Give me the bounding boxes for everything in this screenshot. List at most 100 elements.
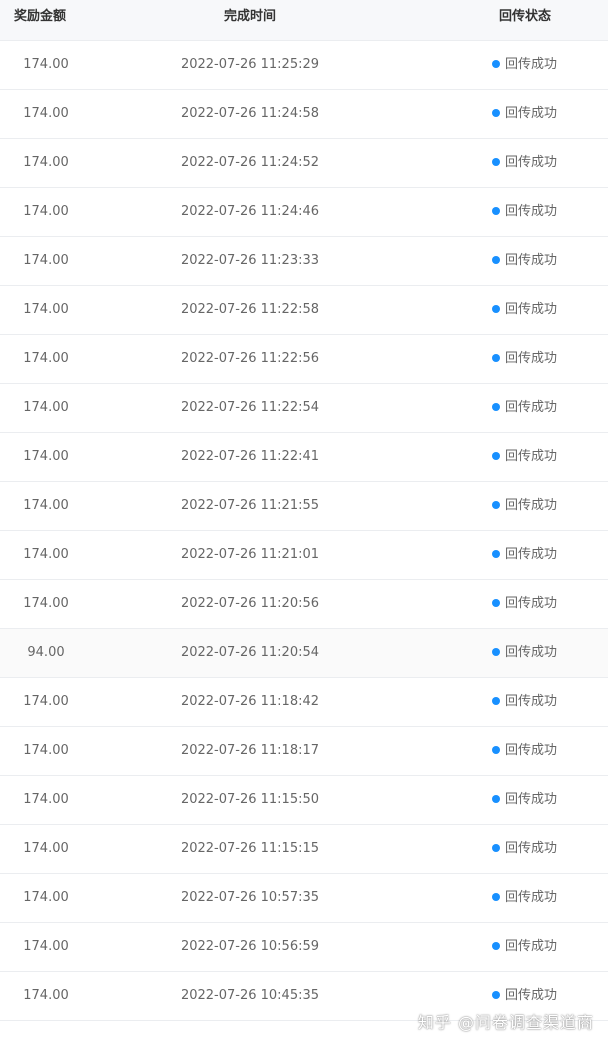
cell-amount: 174.00: [23, 204, 69, 219]
status-label: 回传成功: [505, 596, 558, 611]
cell-status: 回传成功: [492, 776, 592, 824]
status-dot-icon: [492, 647, 500, 656]
cell-amount: 174.00: [23, 841, 69, 856]
cell-completed-time: 2022-07-26 11:15:50: [180, 792, 320, 807]
cell-amount: 174.00: [23, 351, 69, 366]
cell-status: 回传成功: [492, 90, 592, 138]
cell-completed-time: 2022-07-26 11:18:17: [180, 743, 320, 758]
cell-status: 回传成功: [492, 580, 592, 628]
status-dot-icon: [492, 990, 500, 999]
cell-amount: 174.00: [23, 596, 69, 611]
status-label: 回传成功: [505, 449, 558, 464]
status-dot-icon: [492, 206, 500, 215]
cell-completed-time: 2022-07-26 11:23:33: [180, 253, 320, 268]
status-dot-icon: [492, 696, 500, 705]
cell-completed-time: 2022-07-26 11:21:55: [180, 498, 320, 513]
status-dot-icon: [492, 892, 500, 901]
cell-amount: 174.00: [23, 253, 69, 268]
cell-amount: 174.00: [23, 57, 69, 72]
table-row: 174.00 2022-07-26 11:24:58 回传成功: [0, 90, 608, 139]
table-row: 174.00 2022-07-26 11:22:41 回传成功: [0, 433, 608, 482]
status-label: 回传成功: [505, 57, 558, 72]
status-dot-icon: [492, 157, 500, 166]
cell-amount: 174.00: [23, 792, 69, 807]
status-label: 回传成功: [505, 792, 558, 807]
status-dot-icon: [492, 794, 500, 803]
cell-amount: 174.00: [23, 743, 69, 758]
cell-completed-time: 2022-07-26 10:56:59: [180, 939, 320, 954]
cell-status: 回传成功: [492, 384, 592, 432]
status-label: 回传成功: [505, 988, 558, 1003]
status-dot-icon: [492, 500, 500, 509]
cell-completed-time: 2022-07-26 10:57:35: [180, 890, 320, 905]
cell-completed-time: 2022-07-26 11:21:01: [180, 547, 320, 562]
status-dot-icon: [492, 402, 500, 411]
status-label: 回传成功: [505, 155, 558, 170]
status-dot-icon: [492, 59, 500, 68]
status-dot-icon: [492, 451, 500, 460]
cell-status: 回传成功: [492, 188, 592, 236]
table-row: 174.00 2022-07-26 11:24:46 回传成功: [0, 188, 608, 237]
records-table: 奖励金额 完成时间 回传状态 174.00 2022-07-26 11:25:29…: [0, 0, 608, 1021]
status-dot-icon: [492, 255, 500, 264]
table-row: 174.00 2022-07-26 11:21:01 回传成功: [0, 531, 608, 580]
table-row: 174.00 2022-07-26 11:25:29 回传成功: [0, 41, 608, 90]
status-label: 回传成功: [505, 498, 558, 513]
table-row: 174.00 2022-07-26 11:24:52 回传成功: [0, 139, 608, 188]
status-dot-icon: [492, 549, 500, 558]
cell-amount: 174.00: [23, 400, 69, 415]
table-row: 94.00 2022-07-26 11:20:54 回传成功: [0, 629, 608, 678]
status-label: 回传成功: [505, 351, 558, 366]
watermark: 知乎 @问卷调查渠道商: [417, 1013, 594, 1032]
cell-completed-time: 2022-07-26 11:24:52: [180, 155, 320, 170]
cell-status: 回传成功: [492, 286, 592, 334]
cell-status: 回传成功: [492, 237, 592, 285]
status-label: 回传成功: [505, 694, 558, 709]
cell-amount: 174.00: [23, 547, 69, 562]
table-row: 174.00 2022-07-26 11:22:56 回传成功: [0, 335, 608, 384]
cell-completed-time: 2022-07-26 11:24:46: [180, 204, 320, 219]
cell-amount: 174.00: [23, 694, 69, 709]
status-label: 回传成功: [505, 547, 558, 562]
cell-status: 回传成功: [492, 433, 592, 481]
status-label: 回传成功: [505, 939, 558, 954]
status-label: 回传成功: [505, 253, 558, 268]
status-dot-icon: [492, 108, 500, 117]
cell-amount: 174.00: [23, 988, 69, 1003]
cell-completed-time: 2022-07-26 11:15:15: [180, 841, 320, 856]
cell-completed-time: 2022-07-26 11:25:29: [180, 57, 320, 72]
status-dot-icon: [492, 941, 500, 950]
cell-amount: 174.00: [23, 302, 69, 317]
header-amount: 奖励金额: [13, 9, 66, 24]
table-row: 174.00 2022-07-26 11:23:33 回传成功: [0, 237, 608, 286]
status-label: 回传成功: [505, 890, 558, 905]
cell-status: 回传成功: [492, 727, 592, 775]
cell-status: 回传成功: [492, 531, 592, 579]
table-row: 174.00 2022-07-26 11:22:58 回传成功: [0, 286, 608, 335]
table-row: 174.00 2022-07-26 11:21:55 回传成功: [0, 482, 608, 531]
table-row: 174.00 2022-07-26 10:56:59 回传成功: [0, 923, 608, 972]
cell-status: 回传成功: [492, 923, 592, 971]
cell-completed-time: 2022-07-26 11:22:58: [180, 302, 320, 317]
cell-completed-time: 2022-07-26 10:45:35: [180, 988, 320, 1003]
status-label: 回传成功: [505, 645, 558, 660]
cell-status: 回传成功: [492, 874, 592, 922]
cell-completed-time: 2022-07-26 11:20:54: [180, 645, 320, 660]
cell-amount: 174.00: [23, 939, 69, 954]
status-dot-icon: [492, 745, 500, 754]
cell-amount: 174.00: [23, 890, 69, 905]
cell-completed-time: 2022-07-26 11:20:56: [180, 596, 320, 611]
status-label: 回传成功: [505, 302, 558, 317]
status-label: 回传成功: [505, 841, 558, 856]
header-status: 回传状态: [498, 9, 551, 24]
table-row: 174.00 2022-07-26 11:20:56 回传成功: [0, 580, 608, 629]
table-header: 奖励金额 完成时间 回传状态: [0, 0, 608, 41]
cell-status: 回传成功: [492, 335, 592, 383]
cell-amount: 174.00: [23, 106, 69, 121]
table-row: 174.00 2022-07-26 11:15:15 回传成功: [0, 825, 608, 874]
cell-completed-time: 2022-07-26 11:24:58: [180, 106, 320, 121]
cell-status: 回传成功: [492, 139, 592, 187]
table-body: 174.00 2022-07-26 11:25:29 回传成功 174.00 2022-…: [0, 41, 608, 1021]
status-dot-icon: [492, 843, 500, 852]
cell-amount: 94.00: [27, 645, 65, 660]
